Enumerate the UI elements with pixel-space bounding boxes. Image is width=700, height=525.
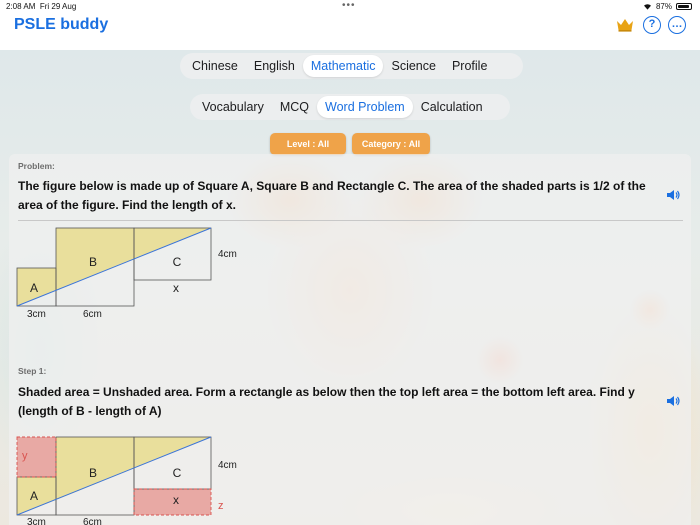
crown-icon[interactable] [616, 18, 634, 32]
tab-science[interactable]: Science [383, 55, 443, 77]
main-content: Chinese English Mathematic Science Profi… [0, 50, 700, 525]
dim-3cm: 3cm [27, 309, 46, 320]
label-a: A [30, 281, 38, 295]
battery-icon [676, 3, 692, 10]
label-x: x [173, 281, 179, 295]
label-c: C [173, 466, 182, 480]
subject-tab-bar: Chinese English Mathematic Science Profi… [180, 53, 523, 79]
tab-mathematic[interactable]: Mathematic [302, 55, 384, 77]
wifi-icon [643, 4, 651, 10]
speaker-icon[interactable] [666, 395, 680, 407]
label-c: C [173, 255, 182, 269]
step-1-text: Shaded area = Unshaded area. Form a rect… [18, 385, 635, 418]
label-b: B [89, 466, 97, 480]
dim-3cm: 3cm [27, 517, 46, 525]
app-title: PSLE buddy [14, 16, 109, 33]
tab-vocabulary[interactable]: Vocabulary [194, 96, 272, 118]
help-icon[interactable]: ? [643, 16, 661, 34]
tab-mcq[interactable]: MCQ [272, 96, 317, 118]
status-right: 87% [643, 2, 692, 11]
step-1-label: Step 1: [18, 366, 47, 376]
dim-4cm: 4cm [218, 460, 237, 471]
tab-english[interactable]: English [246, 55, 303, 77]
status-bar: 2:08 AM Fri 29 Aug ••• 87% [0, 0, 700, 14]
tab-word-problem[interactable]: Word Problem [317, 96, 413, 118]
battery-percent: 87% [655, 2, 672, 11]
multitasking-dots-icon[interactable]: ••• [342, 0, 356, 11]
step-1-figure: y A B C x 4cm z 3cm 6cm [16, 436, 237, 525]
problem-figure: A B C x 4cm 3cm 6cm [16, 227, 237, 320]
speaker-icon[interactable] [666, 189, 680, 201]
label-b: B [89, 255, 97, 269]
app-bar: PSLE buddy ? … [0, 14, 700, 50]
label-a: A [30, 489, 38, 503]
tab-calculation[interactable]: Calculation [413, 96, 491, 118]
tab-profile[interactable]: Profile [444, 55, 495, 77]
type-tab-bar: Vocabulary MCQ Word Problem Calculation [190, 94, 510, 120]
dim-4cm: 4cm [218, 249, 237, 260]
label-x: x [173, 493, 179, 507]
category-filter-button[interactable]: Category : All [352, 133, 430, 155]
dim-6cm: 6cm [83, 309, 102, 320]
label-y: y [22, 450, 28, 462]
problem-text: The figure below is made up of Square A,… [18, 179, 646, 212]
tab-chinese[interactable]: Chinese [184, 55, 246, 77]
dim-6cm: 6cm [83, 517, 102, 525]
level-filter-button[interactable]: Level : All [270, 133, 346, 155]
chat-icon[interactable]: … [668, 16, 686, 34]
problem-label: Problem: [18, 161, 55, 171]
status-time: 2:08 AM Fri 29 Aug [6, 2, 77, 11]
label-z: z [218, 500, 224, 512]
